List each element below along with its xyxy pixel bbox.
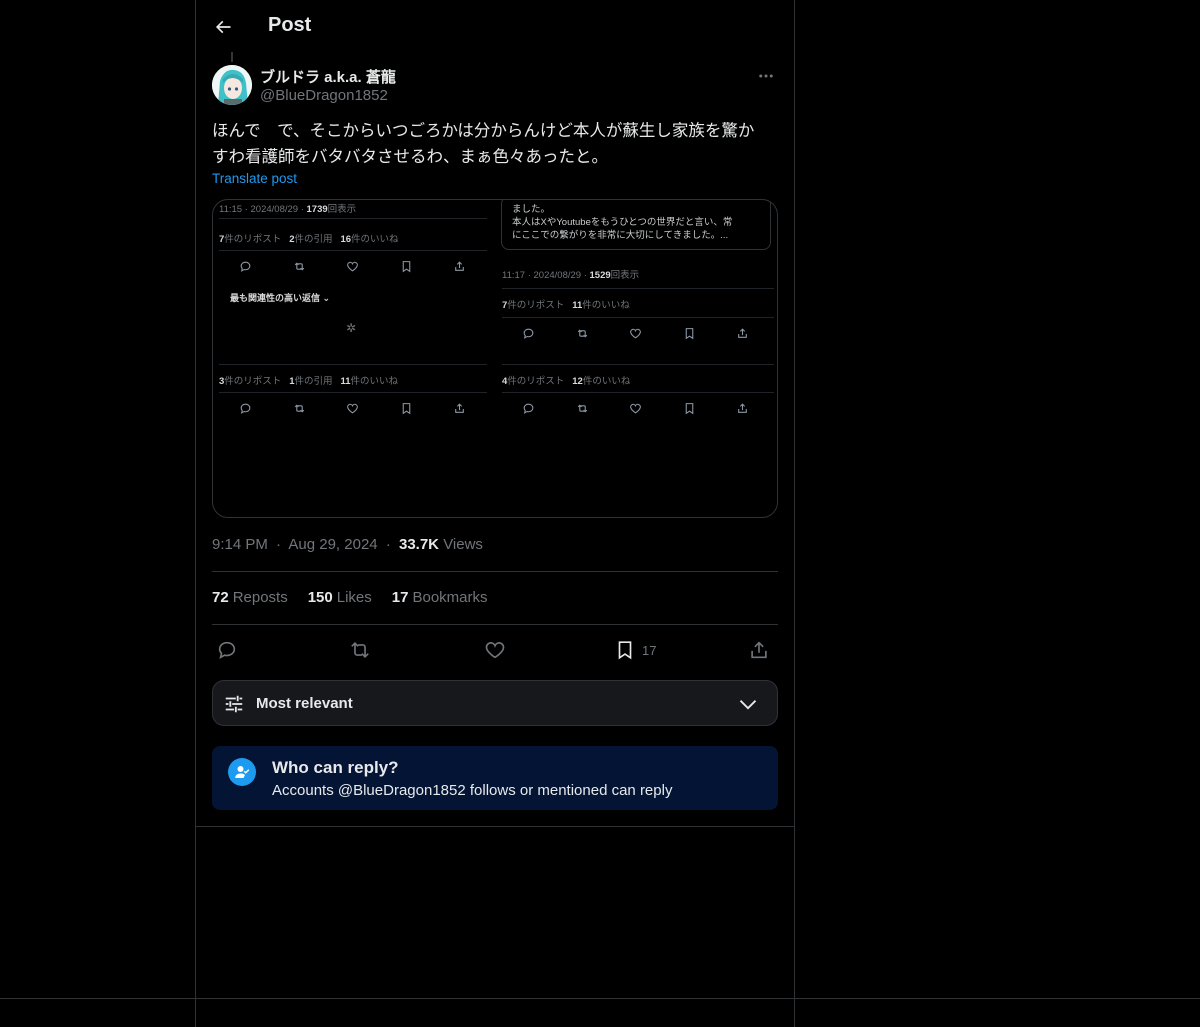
bookmark-icon — [402, 261, 411, 273]
post-meta: 9:14 PM · Aug 29, 2024 · 33.7K Views — [212, 536, 483, 553]
reply-icon — [218, 641, 236, 659]
bookmark-icon — [402, 403, 411, 415]
share-icon — [738, 403, 748, 413]
repost-icon — [294, 262, 304, 271]
translate-post-link[interactable]: Translate post — [212, 171, 297, 186]
sort-replies-dropdown[interactable]: Most relevant — [212, 680, 778, 726]
sliders-icon — [225, 695, 243, 713]
repost-icon — [351, 641, 369, 659]
share-button[interactable] — [748, 636, 770, 664]
author-row: ブルドラ a.k.a. 蒼龍 @BlueDragon1852 — [212, 64, 778, 108]
media-left-stats: 7件のリポスト 2件の引用 16件のいいね — [219, 234, 399, 245]
chevron-down-icon — [739, 700, 757, 710]
page-title: Post — [268, 14, 312, 36]
reply-restriction-notice: Who can reply? Accounts @BlueDragon1852 … — [212, 746, 778, 810]
media-left-actions-2 — [219, 402, 487, 415]
more-options-button[interactable] — [754, 66, 778, 86]
like-icon — [347, 261, 359, 272]
bookmark-count: 17 — [642, 642, 657, 658]
reply-icon — [240, 261, 251, 272]
bookmark-button[interactable]: 17 — [614, 636, 656, 664]
divider — [212, 571, 778, 572]
reply-button[interactable] — [216, 636, 238, 664]
bookmark-icon — [618, 641, 632, 660]
action-bar: 17 — [212, 636, 778, 664]
back-button[interactable] — [208, 12, 238, 42]
more-dots-icon — [759, 74, 773, 78]
engagement-stats: 72 Reposts 150 Likes 17 Bookmarks — [212, 589, 488, 606]
share-icon — [751, 641, 767, 659]
user-check-icon — [228, 758, 256, 786]
arrow-left-icon — [215, 20, 231, 34]
reply-restriction-subtitle: Accounts @BlueDragon1852 follows or ment… — [272, 782, 673, 799]
reply-icon — [240, 403, 251, 414]
main-column: Post ブルドラ a.k.a. 蒼龍 @BlueDragon1852 ほんで … — [195, 0, 795, 1027]
post-time[interactable]: 9:14 PM — [212, 536, 268, 553]
share-icon — [455, 403, 465, 413]
media-left-sort-label: 最も関連性の高い返信 ⌄ — [230, 293, 331, 303]
author-handle[interactable]: @BlueDragon1852 — [260, 87, 388, 104]
repost-button[interactable] — [349, 636, 371, 664]
like-icon — [347, 403, 359, 414]
reply-icon — [523, 403, 534, 414]
post-text-line: ほんで で、そこからいつごろかは分からんけど本人が蘇生し家族を驚か — [212, 122, 755, 140]
post-header: Post — [196, 0, 794, 54]
divider — [0, 998, 1200, 999]
post-media-image[interactable]: 11:15 · 2024/08/29 · 1739回表示 7件のリポスト 2件の… — [212, 199, 778, 518]
views-label: Views — [443, 536, 483, 553]
author-name[interactable]: ブルドラ a.k.a. 蒼龍 — [260, 66, 396, 87]
divider — [196, 826, 794, 827]
heart-icon — [485, 642, 505, 659]
share-icon — [455, 261, 465, 271]
divider — [212, 624, 778, 625]
bookmark-icon — [685, 328, 694, 340]
media-right-stats-2: 4件のリポスト 12件のいいね — [502, 376, 631, 387]
repost-icon — [577, 404, 587, 413]
media-left-stats-2: 3件のリポスト 1件の引用 11件のいいね — [219, 376, 399, 387]
loading-spinner-icon: ✲ — [346, 321, 357, 335]
post-date[interactable]: Aug 29, 2024 — [288, 536, 377, 553]
post-text: ほんで で、そこからいつごろかは分からんけど本人が蘇生し家族を驚か すわ看護師を… — [212, 118, 778, 170]
media-right-timestamp: 11:17 · 2024/08/29 · 1529回表示 — [502, 270, 640, 281]
avatar[interactable] — [212, 65, 252, 105]
likes-stat[interactable]: 150 Likes — [308, 589, 372, 606]
like-icon — [630, 328, 642, 339]
like-button[interactable] — [484, 636, 506, 664]
media-right-quote: ました。 本人はXやYoutubeをもうひとつの世界だと言い、常 にここでの繋が… — [501, 200, 771, 250]
post-text-line: すわ看護師をバタバタさせるわ、まぁ色々あったと。 — [212, 148, 608, 166]
media-right-actions — [502, 327, 770, 340]
bookmarks-stat[interactable]: 17 Bookmarks — [392, 589, 488, 606]
thread-connector — [231, 52, 233, 62]
media-right-actions-2 — [502, 402, 770, 415]
reply-restriction-title: Who can reply? — [272, 758, 399, 777]
repost-icon — [294, 404, 304, 413]
media-right-stats: 7件のリポスト 11件のいいね — [502, 300, 630, 311]
media-left-timestamp: 11:15 · 2024/08/29 · 1739回表示 — [219, 204, 357, 215]
views-count: 33.7K — [398, 536, 440, 553]
reply-icon — [523, 328, 534, 339]
sort-label: Most relevant — [256, 695, 353, 712]
share-icon — [738, 328, 748, 338]
media-left-actions — [219, 260, 487, 273]
bookmark-icon — [685, 403, 694, 415]
reposts-stat[interactable]: 72 Reposts — [212, 589, 288, 606]
repost-icon — [577, 329, 587, 338]
like-icon — [630, 403, 642, 414]
